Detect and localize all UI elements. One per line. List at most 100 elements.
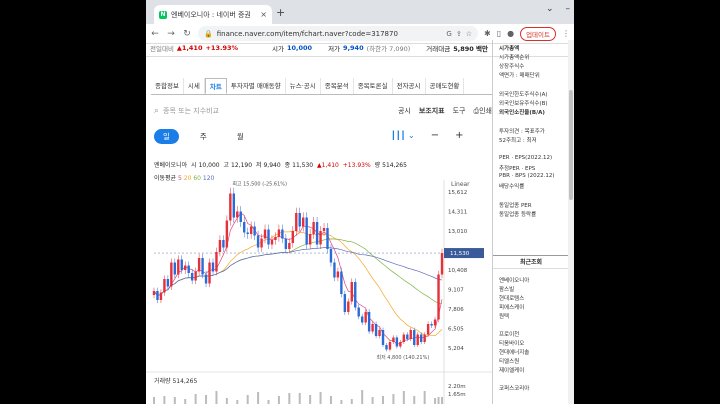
naver-favicon-icon: N <box>159 10 167 19</box>
browser-tab[interactable]: N 엔베이오니아 : 네이버 증권 × <box>154 5 272 24</box>
period-month[interactable]: 월 <box>228 129 253 144</box>
recent-item[interactable]: 피에스케이 <box>499 303 524 311</box>
scrollbar-thumb[interactable] <box>569 90 573 200</box>
extensions-icon[interactable]: ✱ <box>484 29 491 38</box>
close-label: 종 <box>284 162 291 169</box>
close-tab-icon[interactable]: × <box>260 10 267 19</box>
candle-body <box>385 345 388 350</box>
recent-item[interactable]: 원텍 <box>499 312 509 320</box>
candle-body <box>437 274 440 320</box>
ohlc-legend: 엔베이오니아 시 10,000 고 12,190 저 9,940 종 11,530 ▲1… <box>154 160 409 169</box>
candle-body <box>218 240 222 252</box>
candle-body <box>225 220 229 248</box>
candle-body <box>295 213 298 231</box>
recent-item[interactable]: 티움바이오 <box>499 339 524 347</box>
volume-bar <box>350 399 353 404</box>
share-icon[interactable]: ⇪ <box>456 30 462 38</box>
price-chart[interactable]: 15,612 14,311 13,010 11,530 10,408 9,107 7,806… <box>146 178 492 404</box>
recent-item[interactable]: 현대로템스 <box>499 294 524 302</box>
volume-bar <box>371 397 374 404</box>
sidebar-icon[interactable]: ▯ <box>497 29 501 38</box>
candle-body <box>315 222 319 245</box>
profile-icon[interactable]: ● <box>507 29 514 38</box>
candle-body <box>402 334 406 342</box>
info-row: 상장주식수 <box>499 64 525 70</box>
candle-body <box>298 213 301 227</box>
menu-tab[interactable]: 공매도현황 <box>426 78 465 94</box>
zoom-in-icon[interactable]: + <box>455 130 463 141</box>
scrollbar[interactable] <box>568 40 574 404</box>
high-value: 12,190 <box>231 162 253 169</box>
candle-body <box>388 342 392 350</box>
update-button[interactable]: 업데이트 <box>520 26 556 41</box>
menu-tab[interactable]: 차트 <box>204 78 227 94</box>
menu-tab[interactable]: 종목분석 <box>321 78 354 94</box>
candle-body <box>229 193 232 221</box>
recent-item[interactable]: 코퍼스코리아 <box>499 384 529 392</box>
candle-body <box>256 235 260 248</box>
candle-body <box>173 262 177 275</box>
info-row: 52주최고 : 최저 <box>499 138 537 144</box>
price-change: ▲1,410 <box>176 44 203 52</box>
info-row: 시가총액순위 <box>499 55 530 61</box>
limit-low: (하한가 7,090) <box>366 45 411 53</box>
back-icon[interactable]: ← <box>150 29 160 39</box>
period-week[interactable]: 주 <box>191 129 216 144</box>
candle-body <box>354 282 357 308</box>
minimize-icon[interactable]: – <box>566 4 571 14</box>
period-day[interactable]: 일 <box>154 129 179 144</box>
menu-tab[interactable]: 종합정보 <box>151 78 184 94</box>
compare-search-input[interactable]: 종목 또는 지수비교 <box>163 106 390 116</box>
candle-type-icon[interactable]: ┃┃┃ ⌄ <box>391 131 415 140</box>
candle-body <box>426 324 430 335</box>
candle-body <box>326 228 329 249</box>
candle-body <box>378 330 381 336</box>
menu-tab[interactable]: 투자자별 매매동향 <box>227 78 286 94</box>
menu-dots-icon[interactable]: ⋮ <box>562 29 570 38</box>
star-icon[interactable]: ☆ <box>466 30 472 38</box>
volume-bar <box>382 396 385 404</box>
volume-bar <box>329 396 332 404</box>
candle-body <box>395 337 399 347</box>
recent-item[interactable]: 엔베이오니아 <box>499 276 529 284</box>
candle-body <box>211 262 215 272</box>
menu-tab[interactable]: 뉴스·공시 <box>286 78 321 94</box>
disclosure-option[interactable]: 공시 <box>398 106 411 116</box>
reload-icon[interactable]: ↻ <box>182 29 192 39</box>
ohlc-change: ▲1,410 <box>317 162 339 169</box>
candle-body <box>374 324 378 336</box>
open-value: 10,000 <box>286 44 313 52</box>
volume-bar <box>437 397 440 404</box>
address-bar[interactable]: 🔒 finance.naver.com/item/fchart.naver?co… <box>198 26 478 41</box>
volume-bar <box>163 396 166 404</box>
forward-icon[interactable]: → <box>166 29 176 39</box>
indicators-option[interactable]: 보조지표 <box>419 106 445 116</box>
chart-tools: ┃┃┃ ⌄ − + <box>391 130 463 141</box>
volume-tick-label: 2.20m <box>448 384 466 390</box>
volume-bar <box>215 391 218 404</box>
google-icon[interactable]: G <box>446 30 451 38</box>
candle-body <box>381 330 385 345</box>
volume-bar <box>277 396 280 404</box>
volume-bar <box>392 394 395 404</box>
menu-tab[interactable]: 종목토론실 <box>354 78 393 94</box>
candle-body <box>163 279 166 293</box>
menu-tab[interactable]: 전자공시 <box>393 78 426 94</box>
recent-item[interactable]: 팜스빌 <box>499 285 514 293</box>
search-icon[interactable]: ⌕ <box>154 106 159 116</box>
candle-body <box>232 193 236 218</box>
info-row: 동일업종 등락률 <box>499 212 537 218</box>
volume-bar <box>434 398 437 404</box>
recent-item[interactable]: 프로이천 <box>499 330 519 338</box>
candle-body <box>302 217 305 227</box>
zoom-out-icon[interactable]: − <box>431 130 439 141</box>
lock-icon[interactable]: 🔒 <box>204 30 213 38</box>
chevron-down-icon[interactable]: ⌄ <box>546 4 554 14</box>
tools-option[interactable]: 도구 <box>453 106 466 116</box>
recent-item[interactable]: 제이엘케이 <box>499 366 524 374</box>
recent-item[interactable]: 현대에너지솔 <box>499 348 529 356</box>
menu-tab[interactable]: 시세 <box>184 78 205 94</box>
new-tab-button[interactable]: + <box>276 6 285 19</box>
print-option[interactable]: ⎙인쇄 <box>474 106 493 116</box>
recent-item[interactable]: 티엘스원 <box>499 357 519 365</box>
